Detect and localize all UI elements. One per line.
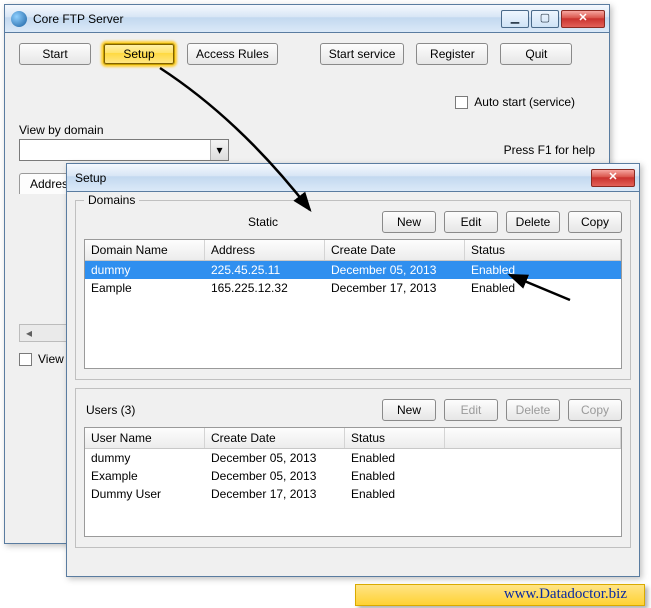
col-user-create-date[interactable]: Create Date	[205, 428, 345, 448]
col-domain-name[interactable]: Domain Name	[85, 240, 205, 260]
domains-static-label: Static	[84, 215, 382, 229]
domains-table[interactable]: Domain Name Address Create Date Status d…	[84, 239, 622, 369]
view-by-domain-select[interactable]: ▾	[19, 139, 229, 161]
setup-close-button[interactable]	[591, 169, 635, 187]
setup-window-title: Setup	[75, 171, 591, 185]
user-row[interactable]: Example December 05, 2013 Enabled	[85, 467, 621, 485]
auto-start-checkbox[interactable]	[455, 96, 468, 109]
view-checkbox[interactable]	[19, 353, 32, 366]
users-table[interactable]: User Name Create Date Status dummy Decem…	[84, 427, 622, 537]
users-edit-button[interactable]: Edit	[444, 399, 498, 421]
setup-titlebar: Setup	[67, 164, 639, 192]
col-user-status[interactable]: Status	[345, 428, 445, 448]
domains-new-button[interactable]: New	[382, 211, 436, 233]
col-address[interactable]: Address	[205, 240, 325, 260]
setup-window: Setup Domains Static New Edit Delete Cop…	[66, 163, 640, 577]
quit-button[interactable]: Quit	[500, 43, 572, 65]
domains-edit-button[interactable]: Edit	[444, 211, 498, 233]
domains-delete-button[interactable]: Delete	[506, 211, 560, 233]
user-row[interactable]: dummy December 05, 2013 Enabled	[85, 449, 621, 467]
register-button[interactable]: Register	[416, 43, 488, 65]
col-create-date[interactable]: Create Date	[325, 240, 465, 260]
app-icon	[11, 11, 27, 27]
users-legend: Users (3)	[84, 403, 382, 417]
auto-start-label: Auto start (service)	[474, 95, 575, 109]
close-button[interactable]	[561, 10, 605, 28]
chevron-down-icon: ▾	[210, 140, 228, 160]
domain-row[interactable]: dummy 225.45.25.11 December 05, 2013 Ena…	[85, 261, 621, 279]
users-table-header: User Name Create Date Status	[85, 428, 621, 449]
footer-link[interactable]: www.Datadoctor.biz	[504, 586, 627, 603]
domain-row[interactable]: Eample 165.225.12.32 December 17, 2013 E…	[85, 279, 621, 297]
minimize-button[interactable]	[501, 10, 529, 28]
scroll-left-icon[interactable]: ◂	[20, 325, 38, 341]
main-window-title: Core FTP Server	[33, 12, 501, 26]
domains-copy-button[interactable]: Copy	[568, 211, 622, 233]
start-button[interactable]: Start	[19, 43, 91, 65]
col-status[interactable]: Status	[465, 240, 621, 260]
users-delete-button[interactable]: Delete	[506, 399, 560, 421]
view-by-domain-label: View by domain	[19, 123, 595, 137]
domains-group: Domains Static New Edit Delete Copy Doma…	[75, 200, 631, 380]
user-row[interactable]: Dummy User December 17, 2013 Enabled	[85, 485, 621, 503]
start-service-button[interactable]: Start service	[320, 43, 405, 65]
domains-table-header: Domain Name Address Create Date Status	[85, 240, 621, 261]
main-titlebar: Core FTP Server	[5, 5, 609, 33]
main-toolbar: Start Setup Access Rules Start service R…	[19, 43, 595, 65]
help-hint: Press F1 for help	[504, 143, 595, 157]
col-user-name[interactable]: User Name	[85, 428, 205, 448]
users-group: Users (3) New Edit Delete Copy User Name…	[75, 388, 631, 548]
setup-button[interactable]: Setup	[103, 43, 175, 65]
domains-legend: Domains	[84, 193, 139, 207]
view-checkbox-label: View	[38, 352, 64, 366]
maximize-button[interactable]	[531, 10, 559, 28]
users-new-button[interactable]: New	[382, 399, 436, 421]
users-copy-button[interactable]: Copy	[568, 399, 622, 421]
access-rules-button[interactable]: Access Rules	[187, 43, 278, 65]
